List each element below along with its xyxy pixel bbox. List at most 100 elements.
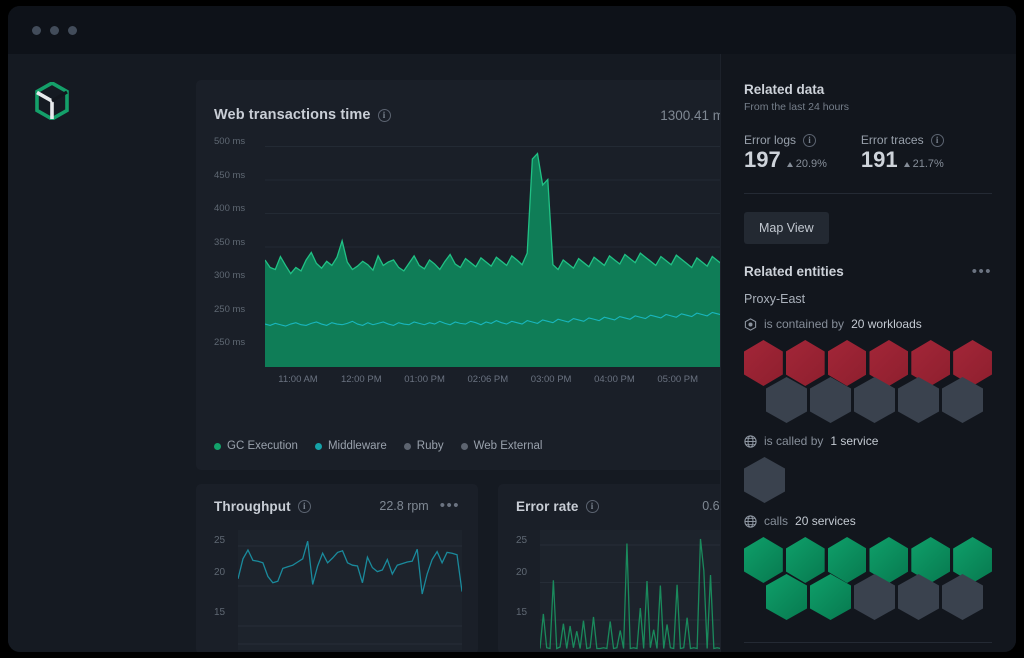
entity-hex-gray[interactable] (942, 377, 983, 423)
workload-hexagon-icon (744, 317, 757, 331)
related-entities-title: Related entities (744, 264, 844, 279)
globe-icon (744, 434, 757, 448)
legend-item[interactable]: GC Execution (214, 440, 298, 452)
y-tick-label: 25 (516, 535, 528, 546)
chart-legend: GC Execution Middleware Ruby Web External (214, 440, 542, 452)
x-tick-label: 01:00 PM (404, 374, 445, 385)
legend-label: Middleware (327, 440, 387, 452)
relationship-row: is contained by 20 workloads (744, 317, 992, 331)
entity-hex-grid (744, 457, 992, 503)
metric-delta-value: 20.9% (795, 158, 827, 170)
entity-hex-gray[interactable] (766, 377, 807, 423)
info-icon[interactable]: i (930, 133, 944, 147)
related-data-title: Related data (744, 82, 825, 97)
hex-row (744, 457, 992, 503)
entity-hex-green[interactable] (766, 574, 807, 620)
map-view-button[interactable]: Map View (744, 212, 829, 244)
legend-item[interactable]: Web External (460, 440, 543, 452)
y-tick-label: 250 ms (214, 337, 246, 348)
close-icon[interactable] (32, 25, 41, 35)
card-header: Throughput i 22.8 rpm ••• (196, 484, 478, 528)
x-tick-label: 11:00 AM (278, 374, 318, 385)
metric-value-row: 197 20.9% (744, 149, 827, 171)
info-icon[interactable]: i (585, 499, 599, 513)
web-transactions-time-card: Web transactions time i 1300.41 ms ••• 5… (196, 80, 780, 470)
metric-label: Error traces (860, 133, 924, 147)
window-titlebar (8, 6, 1016, 54)
divider (744, 642, 992, 643)
metric-error-traces[interactable]: Error traces i 191 21.7% (861, 133, 944, 171)
error-rate-title: Error rate (516, 498, 579, 514)
legend-label: Web External (473, 440, 543, 452)
relationship-count[interactable]: 1 service (830, 434, 878, 448)
info-icon[interactable]: i (297, 499, 311, 513)
legend-swatch (460, 442, 468, 450)
metric-delta: 20.9% (786, 158, 827, 171)
x-tick-label: 05:00 PM (657, 374, 699, 385)
hex-row (766, 574, 992, 620)
y-tick-label: 500 ms (214, 136, 246, 147)
legend-label: Ruby (416, 440, 444, 452)
nav-rail (8, 54, 96, 652)
relationship-label: calls (764, 514, 789, 528)
entity-hex-grid (744, 537, 992, 620)
metric-delta: 21.7% (903, 158, 944, 171)
metric-delta-value: 21.7% (912, 158, 944, 170)
legend-swatch (314, 442, 322, 450)
entity-hex-gray[interactable] (744, 457, 785, 503)
window-body: Web transactions time i 1300.41 ms ••• 5… (8, 54, 1016, 652)
metric-label-wrap: Error logs i (744, 133, 827, 147)
overflow-menu-icon[interactable]: ••• (440, 498, 460, 513)
newrelic-logo-icon[interactable] (35, 82, 69, 120)
relationship-row: is called by 1 service (744, 434, 992, 448)
maximize-icon[interactable] (68, 25, 77, 35)
legend-item[interactable]: Ruby (403, 440, 444, 452)
metric-value: 191 (860, 147, 898, 172)
info-icon[interactable]: i (803, 133, 817, 147)
y-tick-label: 400 ms (214, 203, 246, 214)
app-window: Web transactions time i 1300.41 ms ••• 5… (8, 6, 1016, 652)
related-data-subtitle: From the last 24 hours (744, 101, 850, 113)
relationship-count[interactable]: 20 workloads (851, 317, 922, 331)
legend-swatch (214, 442, 221, 450)
metrics-row: Error logs i 197 20.9% Error traces i 19… (744, 133, 992, 171)
hex-row (766, 377, 992, 423)
trend-up-icon (786, 161, 793, 167)
y-tick-label: 250 ms (214, 303, 246, 315)
relationship-label: is called by (764, 434, 824, 448)
throughput-plot (238, 530, 462, 650)
divider (744, 193, 992, 194)
throughput-title: Throughput (214, 498, 291, 514)
y-tick-label: 450 ms (214, 169, 246, 181)
globe-icon (744, 514, 757, 528)
y-tick-label: 350 ms (214, 236, 246, 248)
entity-hex-gray[interactable] (942, 574, 983, 620)
y-tick-label: 15 (516, 607, 528, 618)
metric-error-logs[interactable]: Error logs i 197 20.9% (744, 133, 827, 171)
legend-swatch (403, 442, 411, 450)
trend-up-icon (903, 161, 910, 167)
minimize-icon[interactable] (50, 25, 59, 35)
card-header: Web transactions time i 1300.41 ms ••• (196, 80, 780, 136)
overflow-menu-icon[interactable]: ••• (972, 264, 992, 279)
metric-value: 197 (744, 147, 781, 172)
metric-value-row: 191 21.7% (861, 149, 944, 171)
throughput-chart: 25 20 15 (196, 528, 478, 652)
relationship-label: is contained by (764, 317, 845, 331)
throughput-card: Throughput i 22.8 rpm ••• 25 20 15 (196, 484, 478, 652)
y-tick-label: 300 ms (214, 270, 246, 281)
x-tick-label: 04:00 PM (594, 374, 635, 385)
relationship-count[interactable]: 20 services (795, 514, 856, 528)
x-tick-label: 02:06 PM (467, 374, 509, 385)
web-transactions-chart: 500 ms 450 ms 400 ms 350 ms 300 ms 250 m… (196, 136, 780, 426)
legend-label: GC Execution (227, 440, 298, 452)
related-entities-header: Related entities ••• (744, 264, 992, 280)
relationship-row: calls 20 services (744, 514, 992, 528)
throughput-value: 22.8 rpm (379, 499, 429, 513)
info-icon[interactable]: i (377, 108, 391, 122)
y-tick-label: 25 (214, 535, 226, 546)
legend-item[interactable]: Middleware (314, 440, 387, 452)
main-content: Web transactions time i 1300.41 ms ••• 5… (96, 54, 780, 652)
entity-hex-grid (744, 340, 992, 423)
y-tick-label: 20 (214, 567, 226, 578)
